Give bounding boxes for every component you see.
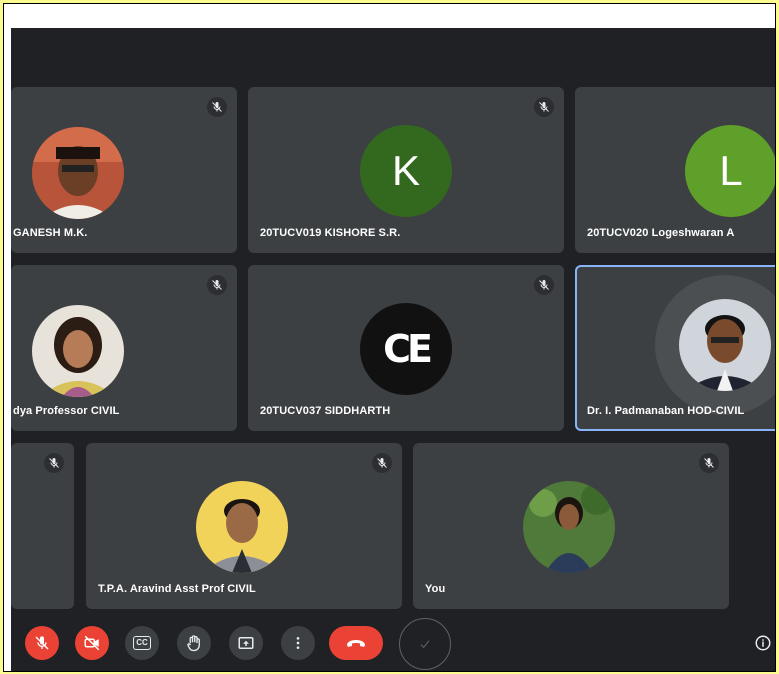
participant-photo — [679, 299, 771, 391]
screenshot-frame: GANESH M.K. K 20TUCV019 KISHORE S.R. L 2… — [3, 3, 776, 672]
participant-photo — [32, 127, 124, 219]
check-button[interactable] — [399, 618, 451, 670]
avatar-letter: K — [391, 147, 420, 194]
camera-toggle-button[interactable] — [75, 626, 109, 660]
logo-text: CE — [383, 327, 433, 371]
captions-button[interactable]: CC — [125, 626, 159, 660]
participant-name: Dr. I. Padmanaban HOD-CIVIL — [587, 405, 745, 417]
info-icon — [755, 635, 771, 651]
mic-toggle-button[interactable] — [25, 626, 59, 660]
present-screen-button[interactable] — [229, 626, 263, 660]
participant-name: 20TUCV020 Logeshwaran A — [587, 227, 735, 239]
meeting-stage: GANESH M.K. K 20TUCV019 KISHORE S.R. L 2… — [11, 28, 775, 640]
leave-call-button[interactable] — [329, 626, 383, 660]
raise-hand-button[interactable] — [177, 626, 211, 660]
participant-name: T.P.A. Aravind Asst Prof CIVIL — [98, 583, 256, 595]
more-options-button[interactable] — [281, 626, 315, 660]
mic-muted-icon — [44, 453, 64, 473]
participant-name: 20TUCV037 SIDDHARTH — [260, 405, 391, 417]
captions-icon: CC — [133, 636, 151, 650]
participant-logo-avatar: CE — [360, 303, 452, 395]
mic-muted-icon — [207, 97, 227, 117]
participant-letter-avatar: K — [360, 125, 452, 217]
participant-name: GANESH M.K. — [13, 227, 88, 239]
present-screen-icon — [238, 637, 254, 649]
mic-muted-icon — [699, 453, 719, 473]
hangup-icon — [347, 640, 365, 647]
mic-muted-icon — [534, 97, 554, 117]
participant-tile[interactable]: T.P.A. Aravind Asst Prof CIVIL — [86, 443, 402, 609]
mic-muted-icon — [207, 275, 227, 295]
participant-photo — [523, 481, 615, 573]
participant-tile[interactable]: L 20TUCV020 Logeshwaran A — [575, 87, 775, 253]
participant-letter-avatar: L — [685, 125, 775, 217]
meeting-controls-bar: CC — [11, 616, 775, 671]
meeting-info-button[interactable] — [753, 633, 773, 653]
participant-tile-self[interactable]: You — [413, 443, 729, 609]
hand-icon — [187, 635, 200, 652]
participant-name: You — [425, 583, 446, 595]
check-icon — [420, 640, 430, 649]
avatar-letter: L — [719, 147, 743, 194]
participant-photo — [196, 481, 288, 573]
mic-muted-icon — [534, 275, 554, 295]
participant-tile[interactable]: dya Professor CIVIL — [11, 265, 237, 431]
mic-off-icon — [35, 636, 49, 650]
participant-tile[interactable] — [11, 443, 74, 609]
participant-photo — [32, 305, 124, 397]
participant-tile[interactable]: CE 20TUCV037 SIDDHARTH — [248, 265, 564, 431]
participant-tile[interactable]: K 20TUCV019 KISHORE S.R. — [248, 87, 564, 253]
more-vert-icon — [296, 637, 300, 649]
mic-muted-icon — [372, 453, 392, 473]
participant-tile[interactable]: GANESH M.K. — [11, 87, 237, 253]
participant-name: 20TUCV019 KISHORE S.R. — [260, 227, 401, 239]
participant-name: dya Professor CIVIL — [13, 405, 120, 417]
camera-off-icon — [84, 635, 100, 651]
participant-tile-speaking[interactable]: Dr. I. Padmanaban HOD-CIVIL — [575, 265, 775, 431]
